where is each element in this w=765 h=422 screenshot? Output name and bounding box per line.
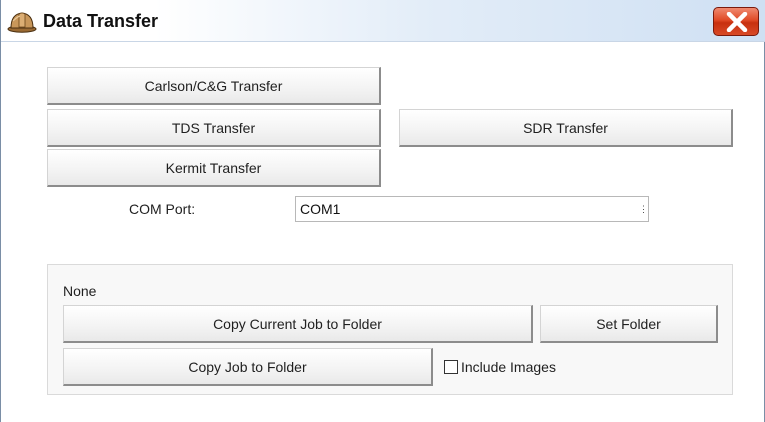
com-port-value: COM1: [300, 201, 341, 217]
copy-job-to-folder-button[interactable]: Copy Job to Folder: [63, 348, 433, 386]
tds-transfer-button[interactable]: TDS Transfer: [47, 109, 381, 147]
include-images-label[interactable]: Include Images: [461, 359, 556, 375]
close-button[interactable]: [713, 7, 759, 36]
title-bar: Data Transfer: [1, 0, 765, 42]
data-transfer-dialog: Data Transfer Carlson/C&G Transfer TDS T…: [0, 0, 765, 422]
copy-current-job-button[interactable]: Copy Current Job to Folder: [63, 305, 533, 343]
kermit-transfer-button[interactable]: Kermit Transfer: [47, 149, 381, 187]
set-folder-button[interactable]: Set Folder: [540, 305, 718, 343]
com-port-select[interactable]: COM1 ⋮: [295, 196, 649, 222]
dropdown-arrow-icon: ⋮: [639, 204, 648, 214]
close-icon: [726, 12, 748, 32]
hard-hat-icon: [7, 9, 37, 33]
sdr-transfer-button[interactable]: SDR Transfer: [399, 109, 733, 147]
include-images-checkbox[interactable]: [444, 360, 458, 374]
carlson-transfer-button[interactable]: Carlson/C&G Transfer: [47, 67, 381, 105]
com-port-label: COM Port:: [129, 201, 196, 217]
folder-path-label: None: [63, 283, 97, 299]
window-title: Data Transfer: [43, 11, 159, 31]
